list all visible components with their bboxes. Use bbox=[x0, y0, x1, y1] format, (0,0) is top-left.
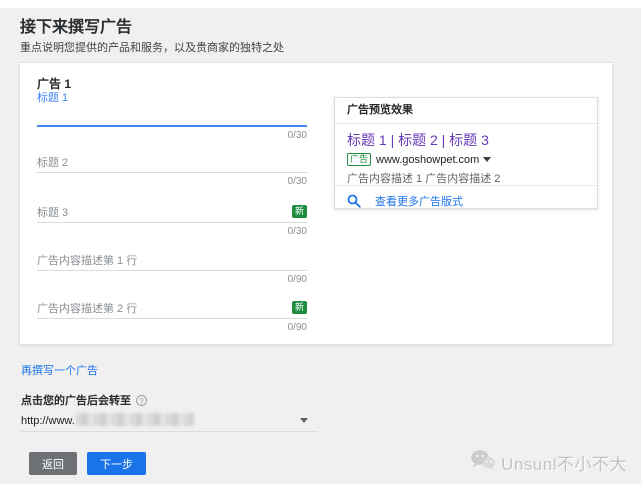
description-1-counter: 0/90 bbox=[287, 274, 307, 285]
headline-3-field[interactable]: 标题 3 新 0/30 bbox=[37, 204, 307, 237]
description-1-label: 广告内容描述第 1 行 bbox=[37, 254, 138, 267]
preview-ad-sample: 标题 1 | 标题 2 | 标题 3 广告 www.goshowpet.com … bbox=[335, 124, 597, 185]
back-button[interactable]: 返回 bbox=[29, 452, 77, 475]
help-icon[interactable]: ? bbox=[136, 394, 147, 406]
watermark-text: Unsunl不小不大 bbox=[501, 455, 627, 474]
search-icon bbox=[347, 194, 361, 208]
new-feature-badge: 新 bbox=[291, 205, 307, 218]
preview-panel-title: 广告预览效果 bbox=[335, 98, 597, 124]
description-1-input-line[interactable] bbox=[37, 270, 307, 271]
more-ad-formats-link[interactable]: 查看更多广告版式 bbox=[375, 193, 463, 209]
description-1-field[interactable]: 广告内容描述第 1 行 0/90 bbox=[37, 252, 307, 285]
redacted-url-blur bbox=[75, 413, 194, 427]
headline-1-counter: 0/30 bbox=[287, 130, 307, 141]
write-another-ad-link[interactable]: 再撰写一个广告 bbox=[21, 362, 98, 378]
preview-display-url[interactable]: www.goshowpet.com bbox=[376, 154, 479, 166]
url-dropdown-caret-icon[interactable] bbox=[483, 157, 492, 162]
description-2-label: 广告内容描述第 2 行 bbox=[37, 302, 138, 315]
page-title: 接下来撰写广告 bbox=[20, 19, 133, 36]
final-url-value: http://www. bbox=[21, 415, 75, 427]
final-url-dropdown-caret-icon[interactable] bbox=[300, 418, 308, 423]
watermark: Unsunl不小不大 bbox=[470, 449, 627, 476]
description-2-field[interactable]: 广告内容描述第 2 行 新 0/90 bbox=[37, 300, 307, 333]
ad-label-badge: 广告 bbox=[347, 153, 372, 166]
ad-preview-panel: 广告预览效果 标题 1 | 标题 2 | 标题 3 广告 www.goshowp… bbox=[334, 97, 598, 209]
headline-2-label: 标题 2 bbox=[37, 156, 69, 169]
headline-3-label: 标题 3 bbox=[37, 206, 69, 219]
wechat-icon bbox=[470, 449, 496, 476]
new-feature-badge: 新 bbox=[291, 301, 307, 314]
final-url-input[interactable]: http://www. bbox=[21, 411, 318, 432]
ad-card: 广告 1 标题 1 0/30 标题 2 0/30 标题 3 新 0/30 广告内… bbox=[19, 62, 613, 345]
headline-2-counter: 0/30 bbox=[287, 176, 307, 187]
headline-1-input-line[interactable] bbox=[37, 125, 307, 127]
preview-description: 广告内容描述 1 广告内容描述 2 bbox=[347, 173, 501, 185]
top-strip bbox=[0, 0, 641, 8]
description-2-input-line[interactable] bbox=[37, 318, 307, 319]
headline-3-counter: 0/30 bbox=[287, 226, 307, 237]
description-2-counter: 0/90 bbox=[287, 322, 307, 333]
preview-headline: 标题 1 | 标题 2 | 标题 3 bbox=[347, 132, 489, 148]
headline-3-input-line[interactable] bbox=[37, 222, 307, 223]
page-subtitle: 重点说明您提供的产品和服务，以及贵商家的独特之处 bbox=[20, 42, 284, 54]
final-url-label: 点击您的广告后会转至 bbox=[21, 395, 131, 407]
headline-2-field[interactable]: 标题 2 0/30 bbox=[37, 154, 307, 187]
headline-1-label: 标题 1 bbox=[37, 91, 69, 104]
next-button[interactable]: 下一步 bbox=[87, 452, 146, 475]
headline-2-input-line[interactable] bbox=[37, 172, 307, 173]
headline-1-field[interactable]: 标题 1 0/30 bbox=[37, 89, 307, 141]
